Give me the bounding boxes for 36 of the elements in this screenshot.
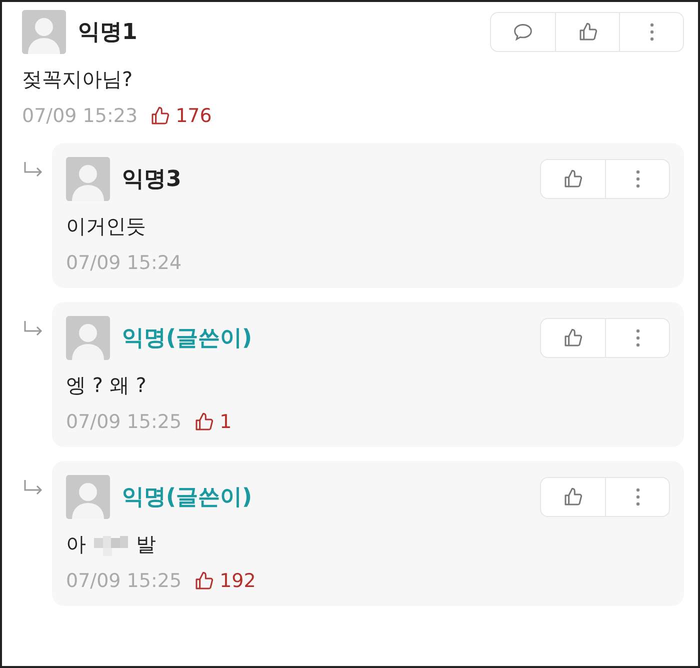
reply-arrow-icon bbox=[22, 161, 44, 179]
avatar-icon bbox=[66, 316, 110, 360]
author-name: 익명(글쓴이) bbox=[122, 325, 254, 353]
author-name: 익명1 bbox=[78, 19, 138, 47]
avatar-icon bbox=[22, 10, 66, 54]
comment-text: 엥 ? 왜 ? bbox=[66, 372, 146, 399]
like-count: 1 bbox=[220, 411, 232, 433]
timestamp: 07/09 15:25 bbox=[66, 570, 182, 592]
thumbs-up-icon bbox=[150, 106, 170, 126]
comment-text: 이거인듯 bbox=[66, 213, 146, 240]
more-icon bbox=[650, 23, 654, 41]
thumbs-up-icon bbox=[194, 412, 214, 432]
more-icon bbox=[636, 170, 640, 188]
more-icon bbox=[636, 329, 640, 347]
comment-text: 발 bbox=[136, 531, 156, 558]
more-icon bbox=[636, 488, 640, 506]
thumbs-up-icon bbox=[563, 328, 583, 348]
timestamp: 07/09 15:25 bbox=[66, 411, 182, 433]
thumbs-up-icon bbox=[563, 169, 583, 189]
speech-bubble-icon bbox=[512, 22, 534, 42]
thumbs-up-icon bbox=[578, 22, 598, 42]
timestamp: 07/09 15:23 bbox=[22, 105, 138, 127]
avatar-icon bbox=[66, 475, 110, 519]
reply-arrow-icon bbox=[22, 320, 44, 338]
avatar-icon bbox=[66, 157, 110, 201]
timestamp: 07/09 15:24 bbox=[66, 252, 182, 274]
author-name: 익명(글쓴이) bbox=[122, 484, 254, 512]
like-count: 192 bbox=[220, 570, 256, 592]
like-count: 176 bbox=[176, 105, 212, 127]
comment-text: 젖꼭지아님? bbox=[22, 66, 133, 93]
thumbs-up-icon bbox=[194, 571, 214, 591]
comment-text: 아 bbox=[66, 531, 86, 558]
reply-arrow-icon bbox=[22, 479, 44, 497]
mosaic-icon bbox=[94, 534, 128, 556]
thumbs-up-icon bbox=[563, 487, 583, 507]
author-name: 익명3 bbox=[122, 166, 182, 194]
